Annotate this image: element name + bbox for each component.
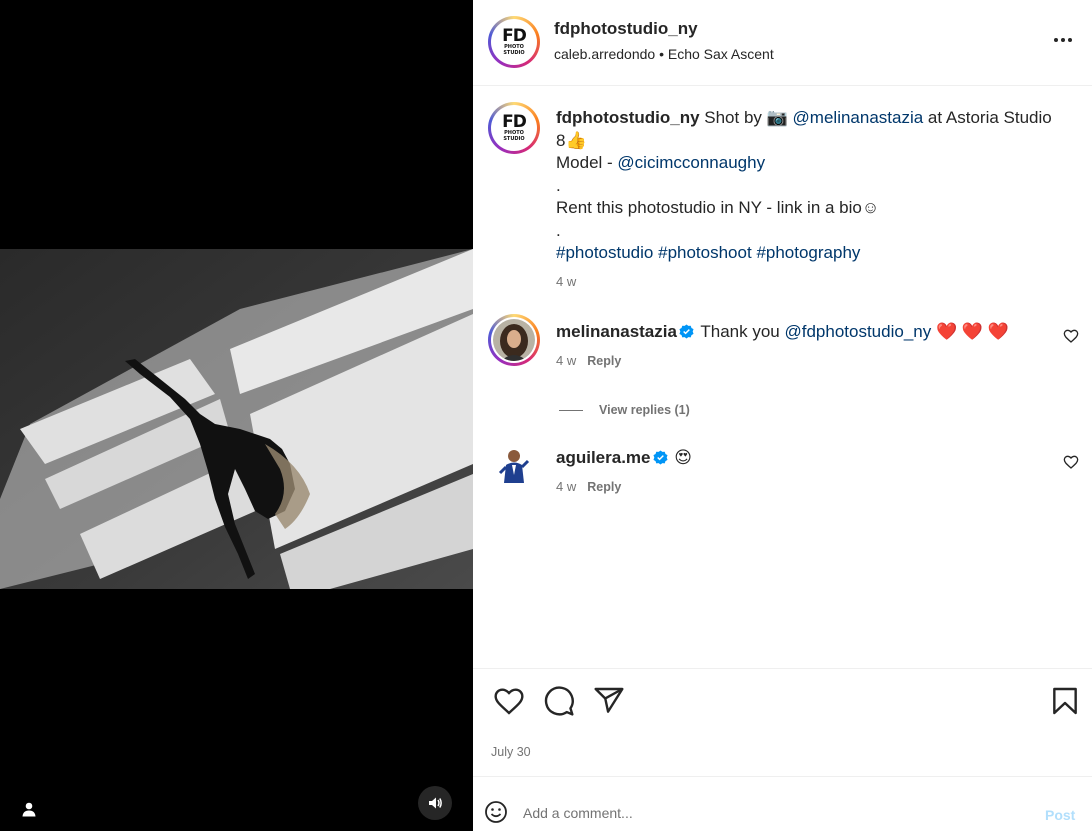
audio-icon[interactable] (418, 786, 452, 820)
hearts-emoji: ❤️ ❤️ ❤️ (931, 322, 1009, 341)
comment-meta: 4 w Reply (556, 479, 621, 494)
author-avatar[interactable]: FD PHOTO STUDIO (488, 16, 540, 68)
verified-icon (652, 450, 668, 465)
tag-user-icon[interactable] (14, 794, 44, 824)
commenter-avatar[interactable] (492, 443, 536, 487)
hashtag[interactable]: #photoshoot (658, 243, 752, 262)
comment-text: melinanastazia Thank you @fdphotostudio_… (556, 322, 1009, 341)
comment-meta: 4 w Reply (556, 353, 621, 368)
comment-mention[interactable]: @fdphotostudio_ny (784, 322, 931, 341)
caption-text: fdphotostudio_ny Shot by 📷 @melinanastaz… (556, 108, 1052, 262)
more-icon[interactable] (1051, 28, 1075, 52)
audio-attribution[interactable]: caleb.arredondo • Echo Sax Ascent (554, 46, 774, 62)
post-actions: July 30 (473, 668, 1092, 776)
hashtag[interactable]: #photostudio (556, 243, 653, 262)
post-header: FD PHOTO STUDIO fdphotostudio_ny caleb.a… (473, 0, 1092, 86)
person-avatar-icon (492, 443, 536, 487)
reply-button[interactable]: Reply (587, 480, 621, 494)
comment-username[interactable]: aguilera.me (556, 448, 651, 467)
media-pane (0, 0, 473, 831)
smile-emoji: ☺ (861, 198, 880, 217)
caption-avatar[interactable]: FD PHOTO STUDIO (488, 102, 540, 154)
dancer-photo (0, 249, 473, 589)
caption-timestamp[interactable]: 4 w (556, 274, 576, 289)
replies-divider (559, 409, 583, 411)
hashtag[interactable]: #photography (756, 243, 860, 262)
caption-username[interactable]: fdphotostudio_ny (556, 108, 700, 127)
comment-timestamp[interactable]: 4 w (556, 479, 576, 494)
comment-composer: Post (473, 776, 1092, 831)
camera-emoji: 📷 (766, 108, 788, 127)
photographer-mention[interactable]: @melinanastazia (793, 108, 924, 127)
emoji-icon[interactable] (484, 800, 508, 824)
comment-text: aguilera.me 😍 (556, 447, 1026, 469)
model-mention[interactable]: @cicimcconnaughy (617, 153, 765, 172)
comment-input[interactable] (523, 803, 1023, 823)
share-icon[interactable] (593, 685, 625, 717)
post-comment-button[interactable]: Post (1045, 807, 1075, 823)
comment-username[interactable]: melinanastazia (556, 322, 677, 341)
heart-icon[interactable] (493, 685, 525, 717)
thumbs-up-emoji: 👍 (565, 130, 587, 150)
bookmark-icon[interactable] (1049, 685, 1081, 717)
heart-icon[interactable] (1063, 454, 1079, 470)
fd-logo-icon: FD PHOTO STUDIO (502, 26, 527, 56)
post-panel: FD PHOTO STUDIO fdphotostudio_ny caleb.a… (473, 0, 1092, 831)
verified-icon (679, 324, 694, 339)
commenter-avatar[interactable] (488, 314, 540, 366)
comment-icon[interactable] (543, 685, 575, 717)
person-avatar-icon (493, 319, 535, 361)
post-date[interactable]: July 30 (491, 745, 531, 759)
heart-icon[interactable] (1063, 328, 1079, 344)
author-username[interactable]: fdphotostudio_ny (554, 19, 698, 39)
fd-logo-icon: FD PHOTO STUDIO (502, 112, 527, 142)
heart-eyes-emoji: 😍 (669, 448, 692, 467)
post-photo[interactable] (0, 249, 473, 589)
reply-button[interactable]: Reply (587, 354, 621, 368)
view-replies-button[interactable]: View replies (1) (559, 403, 690, 417)
comment-timestamp[interactable]: 4 w (556, 353, 576, 368)
